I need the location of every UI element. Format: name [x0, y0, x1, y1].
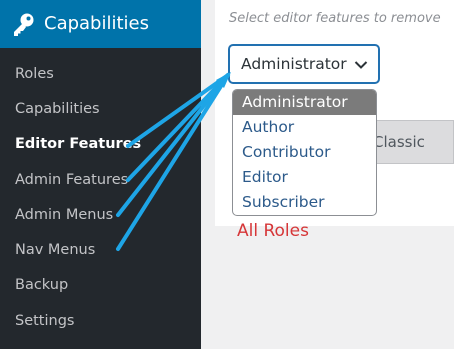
tab-classic-label: Classic	[373, 133, 425, 151]
role-option-subscriber[interactable]: Subscriber	[233, 190, 376, 215]
sidebar-header-title: Capabilities	[44, 13, 149, 34]
sidebar-item-roles[interactable]: Roles	[15, 64, 54, 84]
sidebar-item-backup[interactable]: Backup	[15, 275, 68, 295]
role-option-author[interactable]: Author	[233, 115, 376, 140]
role-dropdown-list: Administrator Author Contributor Editor …	[232, 89, 377, 216]
role-option-editor[interactable]: Editor	[233, 165, 376, 190]
sidebar-item-settings[interactable]: Settings	[15, 311, 74, 331]
role-select[interactable]: Administrator	[229, 45, 379, 83]
hint-text: Select editor features to remove	[229, 11, 441, 26]
sidebar-item-editor-features[interactable]: Editor Features	[15, 134, 141, 154]
sidebar-item-nav-menus[interactable]: Nav Menus	[15, 240, 95, 260]
sidebar-header-capabilities[interactable]: Capabilities	[0, 0, 201, 48]
all-roles-annotation: All Roles	[237, 221, 309, 241]
key-icon	[14, 13, 34, 36]
current-menu-pointer	[201, 14, 211, 34]
role-option-contributor[interactable]: Contributor	[233, 140, 376, 165]
sidebar-item-capabilities[interactable]: Capabilities	[15, 99, 100, 119]
role-option-administrator[interactable]: Administrator	[233, 90, 376, 115]
sidebar-item-admin-menus[interactable]: Admin Menus	[15, 205, 113, 225]
chevron-down-icon	[354, 61, 368, 69]
sidebar-item-admin-features[interactable]: Admin Features	[15, 170, 128, 190]
role-select-value: Administrator	[241, 55, 347, 73]
admin-sidebar: Capabilities Roles Capabilities Editor F…	[0, 0, 211, 349]
